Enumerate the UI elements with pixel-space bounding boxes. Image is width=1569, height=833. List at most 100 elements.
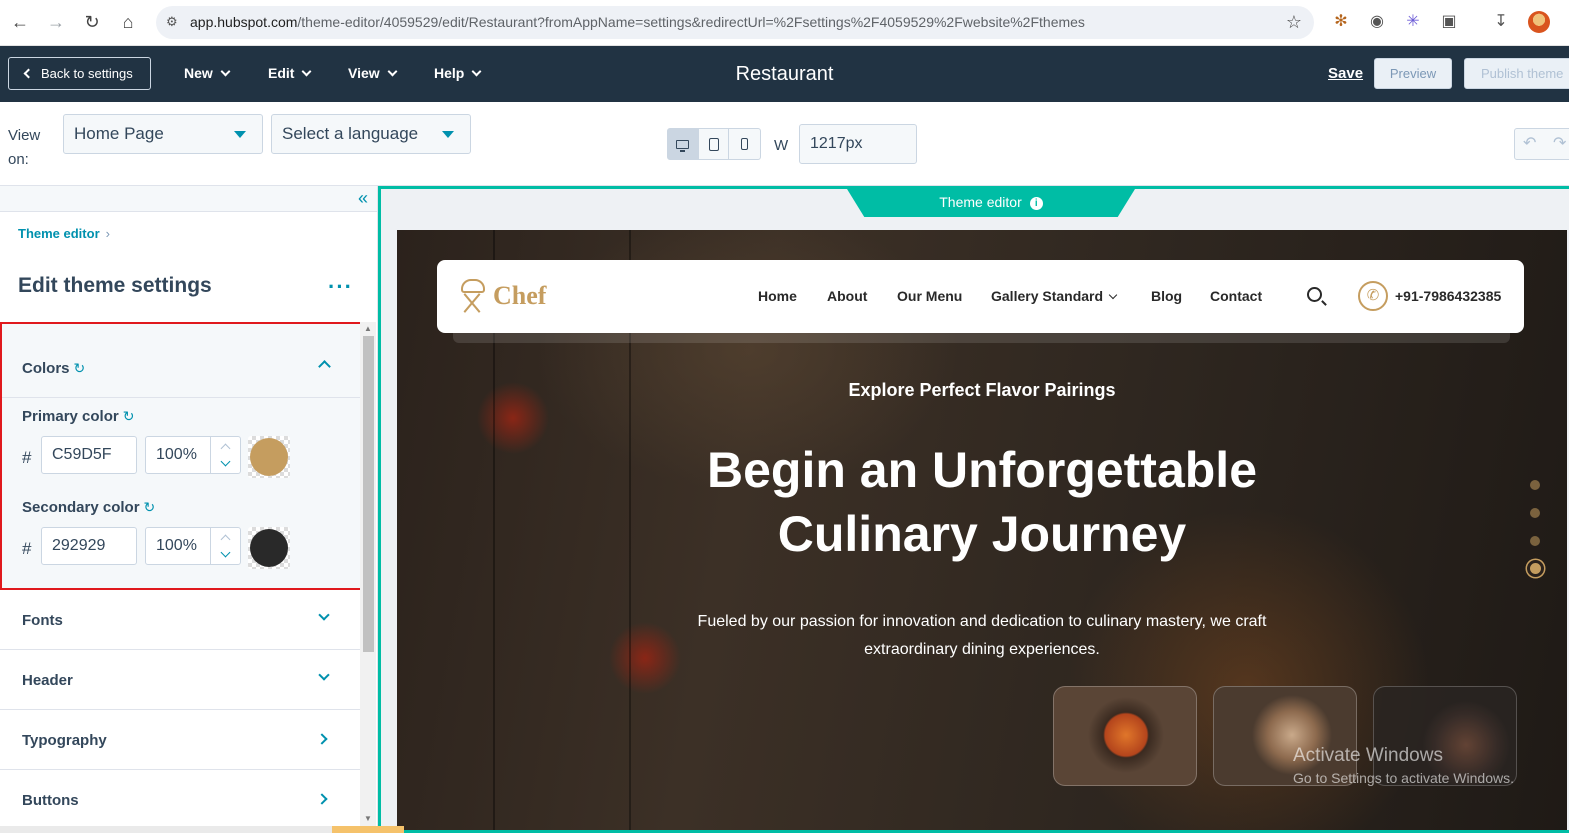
opacity-stepper[interactable] bbox=[210, 528, 240, 564]
reload-icon[interactable]: ↻ bbox=[80, 10, 104, 34]
reset-icon[interactable]: ↻ bbox=[144, 499, 156, 516]
redo-icon[interactable]: ↷ bbox=[1553, 133, 1566, 153]
buttons-section-label: Buttons bbox=[22, 792, 79, 809]
site-logo[interactable]: Chef bbox=[455, 276, 546, 316]
width-input[interactable]: 1217px bbox=[799, 124, 917, 164]
primary-color-label: Primary color bbox=[22, 408, 119, 425]
theme-preview-frame: Theme editor i Chef Home About Our Menu G… bbox=[378, 186, 1569, 833]
url-path: /theme-editor/4059529/edit/Restaurant?fr… bbox=[297, 14, 1085, 30]
slider-pagination bbox=[1527, 480, 1544, 590]
reset-icon[interactable]: ↻ bbox=[74, 360, 86, 377]
slider-dot[interactable] bbox=[1530, 480, 1540, 490]
secondary-hex-input[interactable]: 292929 bbox=[41, 527, 137, 565]
secondary-color-picker[interactable] bbox=[248, 527, 290, 569]
profile-avatar[interactable] bbox=[1528, 11, 1550, 33]
more-options-icon[interactable]: ··· bbox=[328, 274, 353, 300]
site-nav-contact[interactable]: Contact bbox=[1210, 288, 1262, 304]
header-section-label: Header bbox=[22, 672, 73, 689]
fonts-section[interactable]: Fonts bbox=[0, 590, 360, 650]
mobile-icon bbox=[741, 138, 749, 150]
address-bar[interactable]: ⚙ app.hubspot.com/theme-editor/4059529/e… bbox=[156, 6, 1314, 39]
page-select[interactable]: Home Page bbox=[63, 114, 263, 154]
logo-text: Chef bbox=[493, 281, 547, 310]
breadcrumb-theme-editor[interactable]: Theme editor bbox=[18, 226, 100, 241]
typography-section[interactable]: Typography bbox=[0, 710, 360, 770]
extensions-puzzle-icon[interactable]: ▣ bbox=[1438, 11, 1460, 33]
site-nav-blog[interactable]: Blog bbox=[1151, 288, 1182, 304]
hero-subtitle: Fueled by our passion for innovation and… bbox=[697, 613, 1267, 658]
colors-section-title: Colors ↻ bbox=[22, 360, 85, 377]
download-icon[interactable]: ↧ bbox=[1490, 11, 1512, 33]
caret-down-icon bbox=[442, 131, 454, 138]
hash-symbol: # bbox=[22, 448, 32, 467]
site-settings-icon[interactable]: ⚙ bbox=[166, 14, 182, 30]
width-label: W bbox=[774, 137, 789, 154]
page-select-value: Home Page bbox=[74, 124, 164, 143]
chevron-right-icon bbox=[316, 733, 328, 745]
preview-button[interactable]: Preview bbox=[1374, 58, 1452, 89]
primary-color-swatch[interactable] bbox=[250, 438, 288, 476]
fonts-section-label: Fonts bbox=[22, 612, 63, 629]
tablet-view-button[interactable] bbox=[699, 129, 730, 159]
site-nav-about[interactable]: About bbox=[827, 288, 867, 304]
secondary-color-title: Secondary color ↻ bbox=[22, 499, 155, 516]
site-nav-home[interactable]: Home bbox=[758, 288, 797, 304]
stepper-up-icon[interactable] bbox=[220, 443, 231, 454]
publish-theme-button[interactable]: Publish theme bbox=[1464, 58, 1569, 89]
primary-color-title: Primary color ↻ bbox=[22, 408, 134, 425]
info-icon[interactable]: i bbox=[1029, 197, 1043, 210]
slider-dot[interactable] bbox=[1530, 508, 1540, 518]
horizontal-scrollbar[interactable] bbox=[0, 826, 378, 833]
scroll-up-icon[interactable]: ▲ bbox=[364, 324, 372, 333]
header-section[interactable]: Header bbox=[0, 650, 360, 710]
camera-extension-icon[interactable]: ◉ bbox=[1366, 11, 1388, 33]
colors-section-header[interactable]: Colors ↻ bbox=[2, 324, 364, 398]
site-nav-our-menu[interactable]: Our Menu bbox=[897, 288, 962, 304]
mobile-view-button[interactable] bbox=[729, 129, 760, 159]
buttons-section[interactable]: Buttons bbox=[0, 770, 360, 830]
opacity-stepper[interactable] bbox=[210, 437, 240, 473]
stepper-down-icon[interactable] bbox=[220, 547, 231, 558]
extension-icon[interactable]: ✻ bbox=[1330, 11, 1352, 33]
star-extension-icon[interactable]: ✳ bbox=[1402, 11, 1424, 33]
colors-label: Colors bbox=[22, 360, 70, 377]
secondary-opacity-value: 100% bbox=[156, 537, 197, 554]
bookmark-star-icon[interactable]: ☆ bbox=[1286, 12, 1302, 33]
scroll-down-icon[interactable]: ▼ bbox=[364, 814, 372, 823]
slider-dot-active[interactable] bbox=[1527, 560, 1544, 577]
slider-dot[interactable] bbox=[1530, 536, 1540, 546]
tablet-icon bbox=[708, 137, 719, 151]
collapse-sidebar-icon[interactable]: « bbox=[358, 188, 368, 208]
site-nav-gallery[interactable]: Gallery Standard bbox=[991, 288, 1118, 304]
secondary-opacity-input[interactable]: 100% bbox=[145, 527, 241, 565]
search-icon[interactable] bbox=[1307, 287, 1322, 302]
secondary-color-swatch[interactable] bbox=[250, 529, 288, 567]
reset-icon[interactable]: ↻ bbox=[123, 408, 135, 425]
hero-section[interactable]: Chef Home About Our Menu Gallery Standar… bbox=[397, 230, 1567, 830]
primary-opacity-input[interactable]: 100% bbox=[145, 436, 241, 474]
site-nav-gallery-label: Gallery Standard bbox=[991, 288, 1104, 304]
language-select-value: Select a language bbox=[282, 124, 419, 143]
browser-toolbar: ← → ↻ ⌂ ⚙ app.hubspot.com/theme-editor/4… bbox=[0, 0, 1569, 46]
language-select[interactable]: Select a language bbox=[271, 114, 471, 154]
site-navbar: Chef Home About Our Menu Gallery Standar… bbox=[437, 260, 1524, 333]
breadcrumb[interactable]: Theme editor › bbox=[18, 226, 110, 241]
stepper-up-icon[interactable] bbox=[220, 534, 231, 545]
phone-number[interactable]: +91-7986432385 bbox=[1395, 288, 1501, 304]
sidebar-scrollbar-thumb[interactable] bbox=[363, 336, 374, 652]
stepper-down-icon[interactable] bbox=[220, 456, 231, 467]
theme-editor-tab: Theme editor i bbox=[847, 189, 1135, 217]
phone-icon: ✆ bbox=[1358, 281, 1388, 311]
undo-icon[interactable]: ↶ bbox=[1523, 133, 1536, 153]
back-arrow-icon[interactable]: ← bbox=[8, 10, 32, 34]
activate-windows-title: Activate Windows bbox=[1293, 745, 1443, 766]
primary-color-picker[interactable] bbox=[248, 436, 290, 478]
chevron-up-icon[interactable] bbox=[318, 360, 331, 373]
home-icon[interactable]: ⌂ bbox=[116, 10, 140, 34]
pasta-thumbnail[interactable] bbox=[1053, 686, 1197, 786]
save-button[interactable]: Save bbox=[1328, 65, 1363, 82]
editor-header: Back to settings New Edit View Help Rest… bbox=[0, 46, 1569, 102]
primary-hex-input[interactable]: C59D5F bbox=[41, 436, 137, 474]
desktop-view-button[interactable] bbox=[668, 129, 699, 159]
forward-arrow-icon[interactable]: → bbox=[44, 10, 68, 34]
